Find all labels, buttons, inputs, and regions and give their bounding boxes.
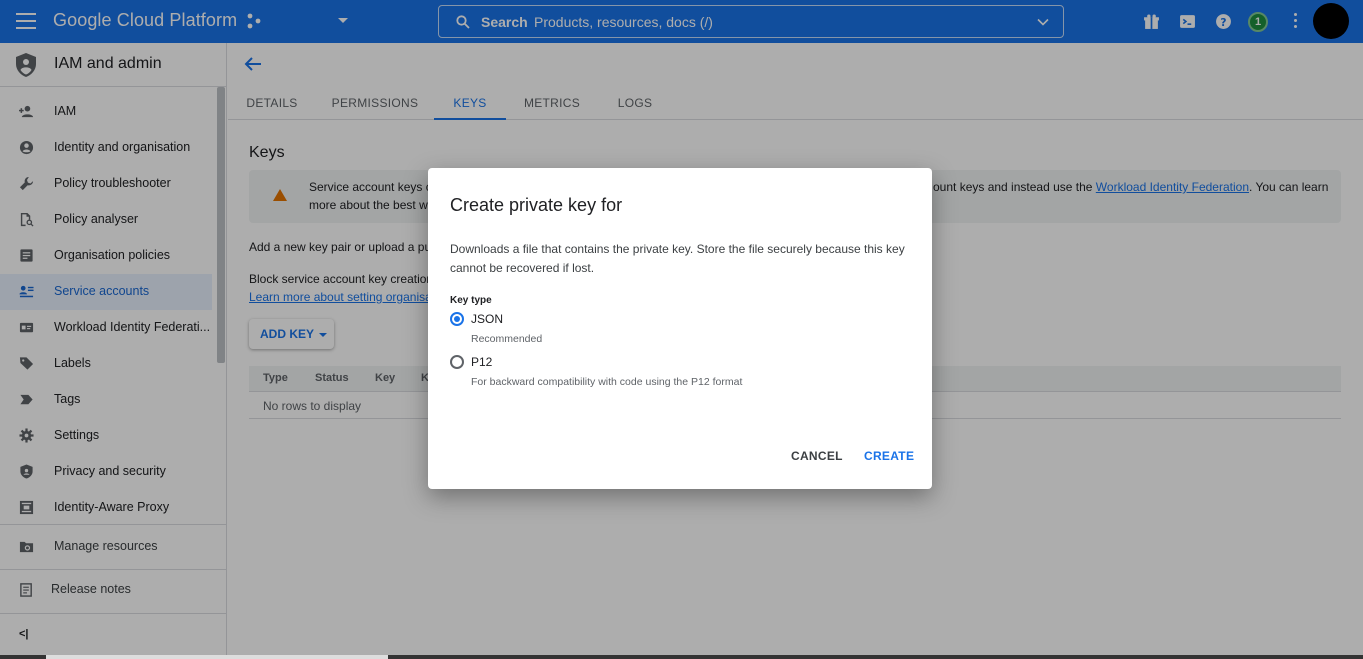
p12-radio[interactable]: [450, 355, 464, 369]
json-option-sub: Recommended: [471, 333, 543, 345]
cancel-button[interactable]: CANCEL: [791, 449, 843, 463]
key-type-label: Key type: [450, 295, 492, 306]
create-private-key-dialog: Create private key for Downloads a file …: [428, 168, 932, 489]
json-radio[interactable]: [450, 312, 464, 326]
dialog-title: Create private key for: [450, 195, 623, 215]
p12-option-label[interactable]: P12: [471, 355, 492, 369]
bottom-strip: [0, 655, 1363, 659]
json-option-label[interactable]: JSON: [471, 312, 503, 326]
dialog-description: Downloads a file that contains the priva…: [450, 242, 905, 275]
create-button[interactable]: CREATE: [864, 449, 914, 463]
p12-option-sub: For backward compatibility with code usi…: [471, 376, 743, 388]
bottom-strip-highlight: [46, 655, 388, 659]
